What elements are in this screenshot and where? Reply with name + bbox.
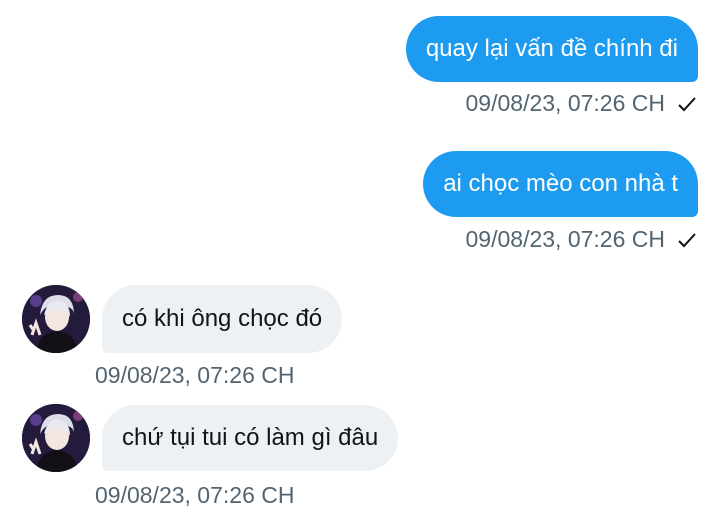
message-timestamp: 09/08/23, 07:26 CH bbox=[95, 482, 295, 508]
message-meta: 09/08/23, 07:26 CH bbox=[95, 484, 294, 507]
avatar[interactable] bbox=[22, 404, 90, 472]
message-meta: 09/08/23, 07:26 CH bbox=[95, 364, 294, 387]
check-icon bbox=[678, 96, 696, 111]
check-icon bbox=[678, 232, 696, 247]
message-text: chứ tụi tui có làm gì đâu bbox=[122, 424, 379, 451]
message-meta: 09/08/23, 07:26 CH bbox=[466, 228, 697, 251]
message-timestamp: 09/08/23, 07:26 CH bbox=[95, 362, 295, 388]
received-message-bubble[interactable]: chứ tụi tui có làm gì đâu bbox=[102, 405, 399, 471]
avatar-image bbox=[22, 404, 90, 472]
message-timestamp: 09/08/23, 07:26 CH bbox=[465, 90, 665, 116]
message-text: ai chọc mèo con nhà t bbox=[443, 170, 678, 197]
sent-message-bubble[interactable]: quay lại vấn đề chính đi bbox=[405, 16, 698, 82]
received-message-bubble[interactable]: có khi ông chọc đó bbox=[102, 285, 343, 353]
message-text: có khi ông chọc đó bbox=[122, 305, 323, 332]
message-timestamp: 09/08/23, 07:26 CH bbox=[465, 226, 665, 252]
avatar[interactable] bbox=[22, 285, 90, 353]
avatar-image bbox=[22, 285, 90, 353]
sent-message-bubble[interactable]: ai chọc mèo con nhà t bbox=[423, 151, 698, 217]
message-meta: 09/08/23, 07:26 CH bbox=[466, 92, 697, 115]
message-text: quay lại vấn đề chính đi bbox=[425, 35, 678, 62]
